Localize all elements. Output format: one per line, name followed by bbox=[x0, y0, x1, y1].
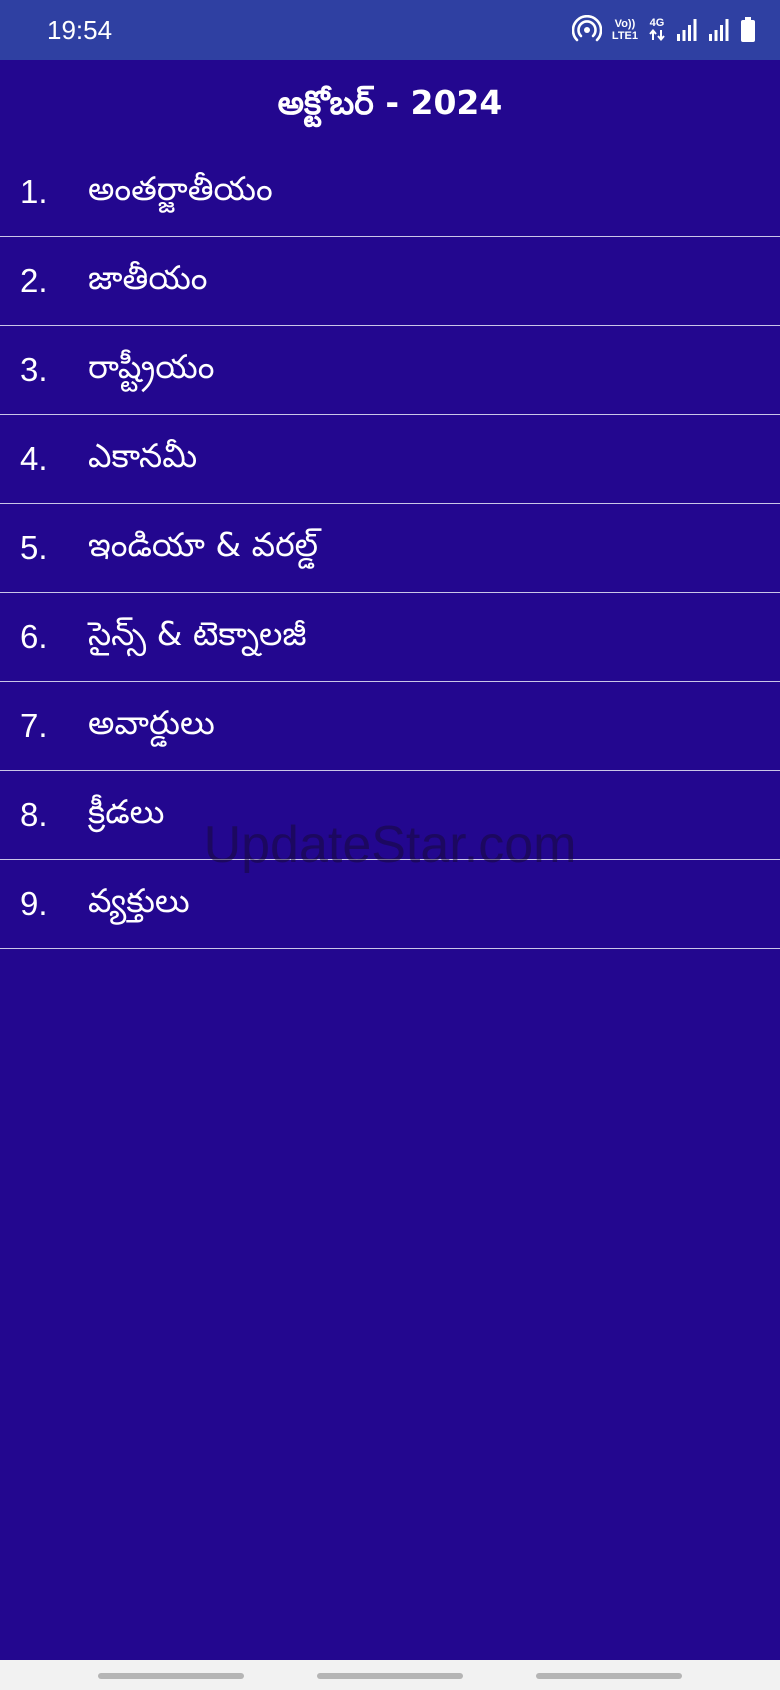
recent-apps-button[interactable] bbox=[98, 1673, 244, 1679]
item-number: 7. bbox=[20, 707, 48, 744]
navigation-bar bbox=[0, 1660, 780, 1690]
signal-icon bbox=[709, 19, 729, 41]
item-number: 6. bbox=[20, 618, 48, 655]
status-time: 19:54 bbox=[47, 15, 113, 45]
list-item[interactable]: 6. సైన్స్ & టెక్నాలజీ bbox=[0, 593, 780, 682]
status-bar: 19:54 Vo)) LTE1 4G bbox=[0, 0, 780, 60]
list-item[interactable]: 9. వ్యక్తులు bbox=[0, 860, 780, 949]
item-number: 5. bbox=[20, 529, 48, 566]
item-number: 1. bbox=[20, 173, 48, 210]
item-number: 9. bbox=[20, 885, 48, 922]
item-number: 2. bbox=[20, 262, 48, 299]
item-label: ఎకానమీ bbox=[88, 435, 198, 475]
volte-icon: Vo)) LTE1 bbox=[612, 18, 638, 42]
list-item[interactable]: 1. అంతర్జాతీయం bbox=[0, 148, 780, 237]
item-label: సైన్స్ & టెక్నాలజీ bbox=[88, 613, 307, 653]
4g-data-icon: 4G bbox=[648, 17, 666, 44]
list-item[interactable]: 7. అవార్డులు bbox=[0, 682, 780, 771]
item-label: ఇండియా & వరల్డ్ bbox=[88, 524, 319, 564]
data-arrows-icon bbox=[649, 28, 665, 41]
item-label: అంతర్జాతీయం bbox=[88, 168, 273, 208]
volte-top-label: Vo)) bbox=[614, 18, 636, 30]
home-button[interactable] bbox=[317, 1673, 463, 1679]
signal-icon bbox=[677, 19, 697, 41]
page-title: అక్టోబర్ - 2024 bbox=[277, 82, 503, 122]
volte-bottom-label: LTE1 bbox=[611, 30, 638, 42]
status-icons: Vo)) LTE1 4G bbox=[571, 14, 756, 46]
network-type-label: 4G bbox=[649, 16, 665, 29]
item-number: 3. bbox=[20, 351, 48, 388]
battery-icon bbox=[741, 17, 755, 42]
back-button[interactable] bbox=[536, 1673, 682, 1679]
hotspot-icon bbox=[571, 15, 602, 42]
item-label: క్రీడలు bbox=[88, 791, 165, 831]
list-item[interactable]: 8. క్రీడలు bbox=[0, 771, 780, 860]
item-label: రాష్ట్రీయం bbox=[88, 346, 215, 386]
list-item[interactable]: 2. జాతీయం bbox=[0, 237, 780, 326]
item-number: 8. bbox=[20, 796, 48, 833]
topic-list: 1. అంతర్జాతీయం 2. జాతీయం 3. రాష్ట్రీయం 4… bbox=[0, 148, 780, 949]
item-number: 4. bbox=[20, 440, 48, 477]
list-item[interactable]: 4. ఎకానమీ bbox=[0, 415, 780, 504]
list-item[interactable]: 5. ఇండియా & వరల్డ్ bbox=[0, 504, 780, 593]
item-label: వ్యక్తులు bbox=[88, 880, 190, 920]
list-item[interactable]: 3. రాష్ట్రీయం bbox=[0, 326, 780, 415]
item-label: జాతీయం bbox=[88, 257, 208, 297]
item-label: అవార్డులు bbox=[88, 702, 215, 742]
